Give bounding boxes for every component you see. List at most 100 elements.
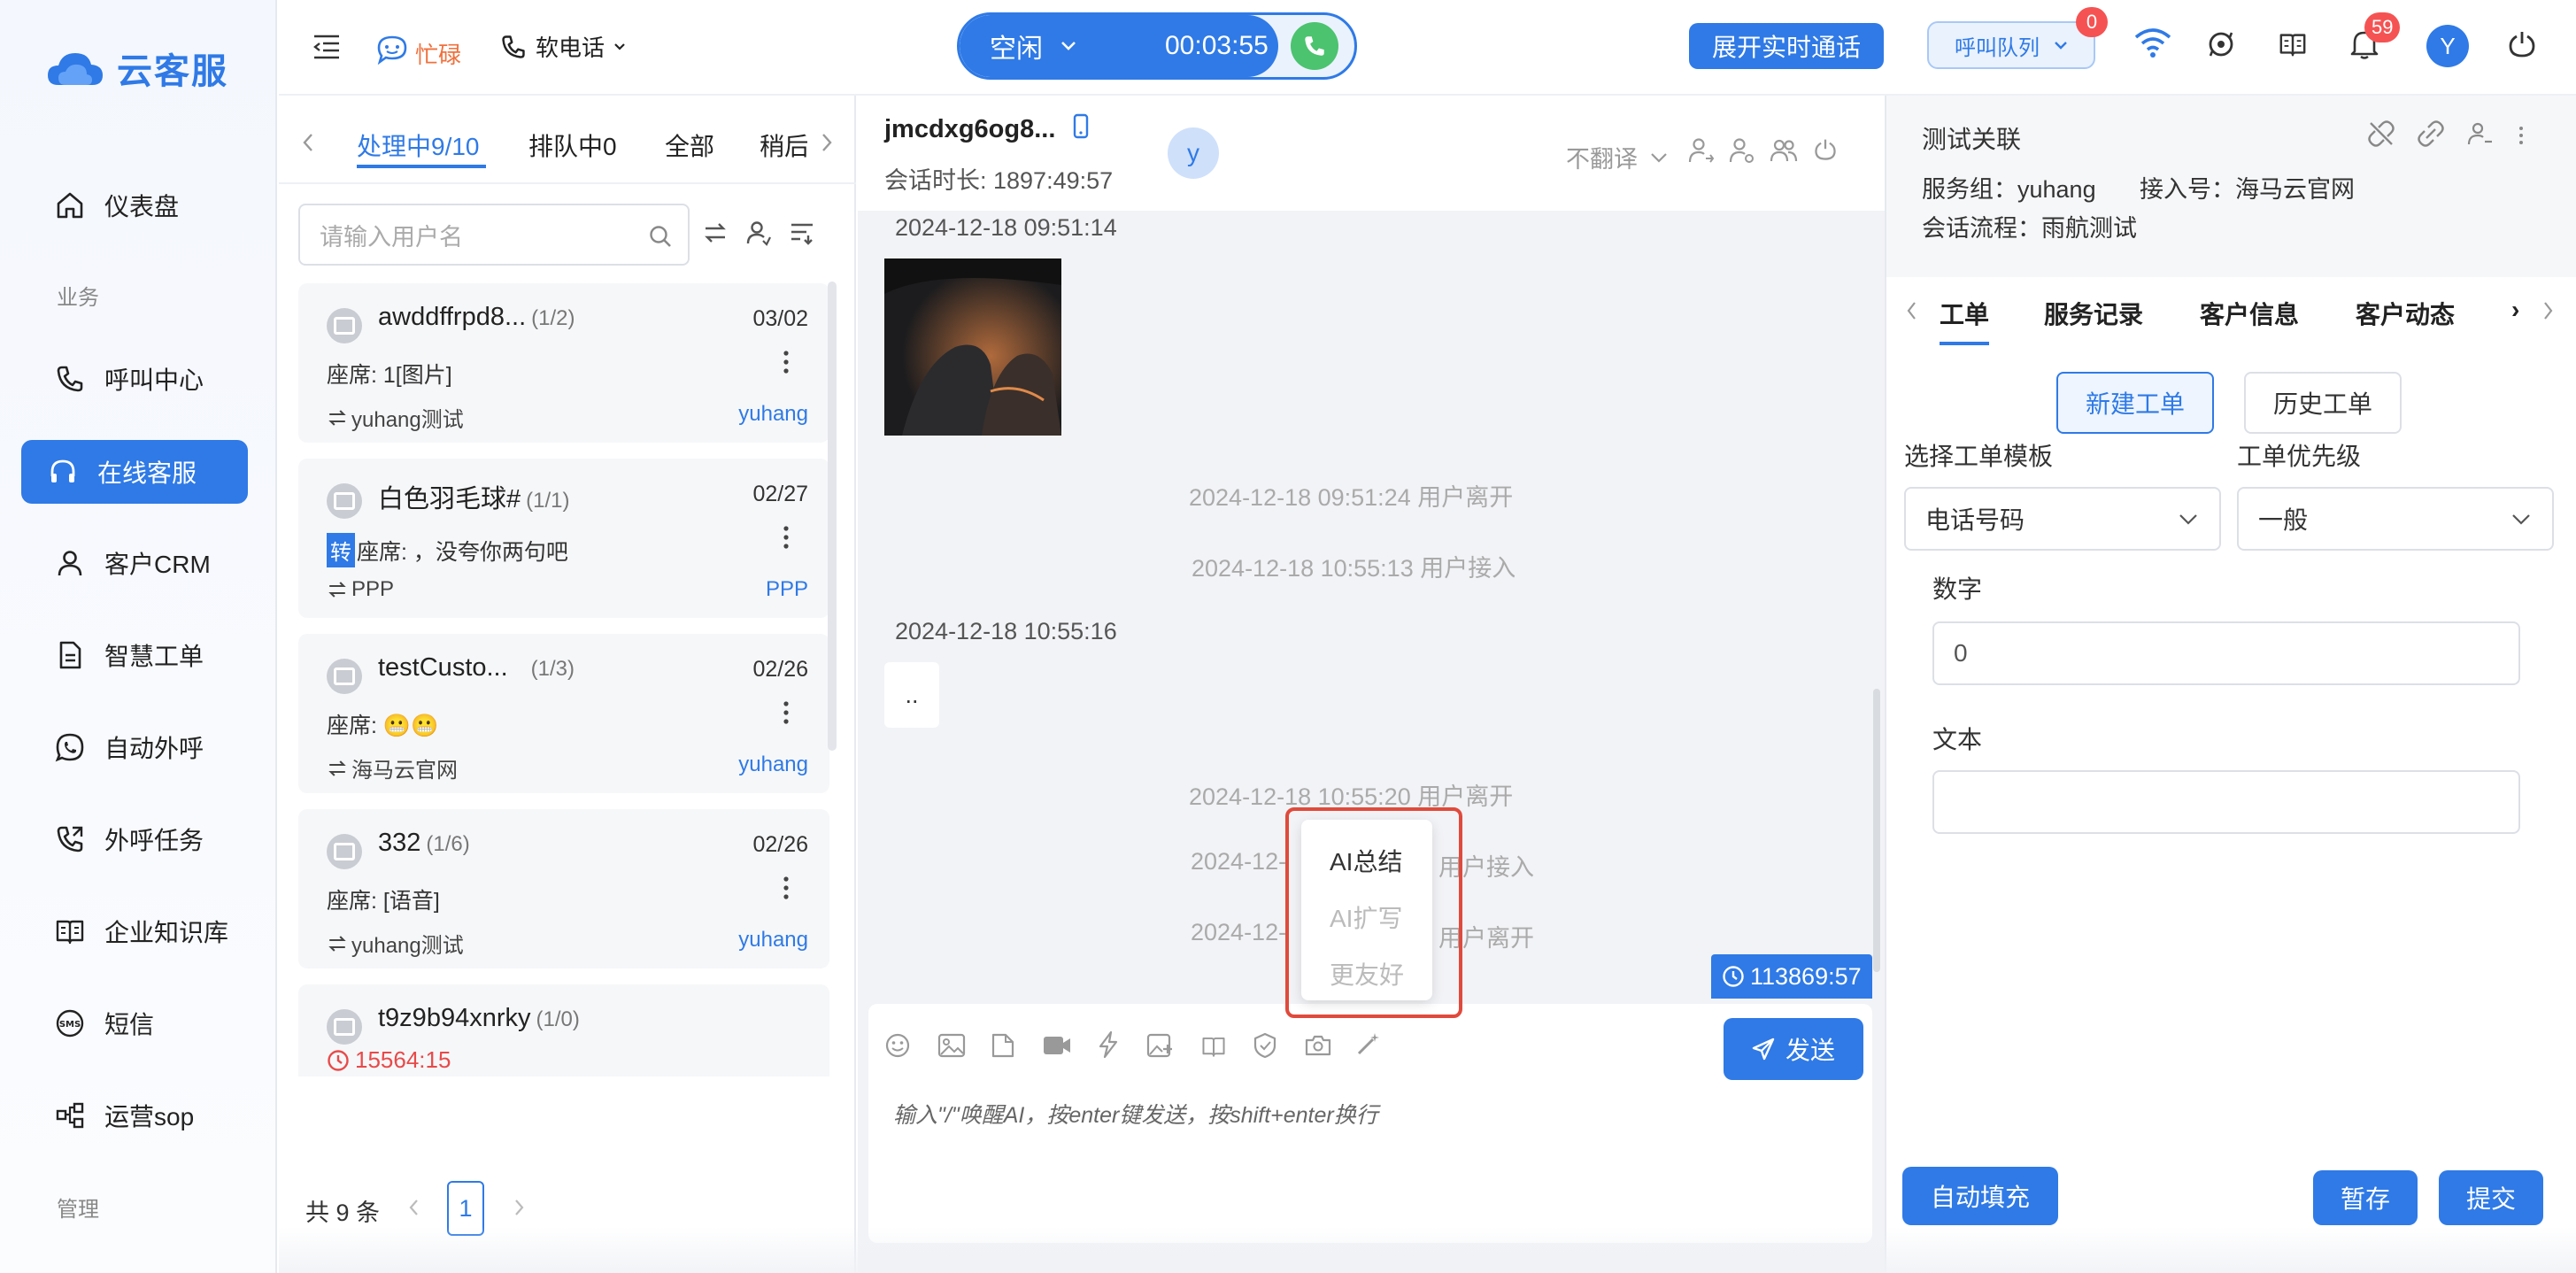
ai-expand-item[interactable]: AI扩写 bbox=[1330, 899, 1402, 935]
conversation-item[interactable]: t9z9b94xnrky (1/0) 15564:15 bbox=[298, 984, 829, 1076]
image-message[interactable] bbox=[884, 258, 1061, 436]
user-transfer-icon[interactable] bbox=[1688, 136, 1715, 165]
autofill-button[interactable]: 自动填充 bbox=[1902, 1167, 2058, 1225]
camera-icon[interactable] bbox=[1304, 1034, 1332, 1057]
chevron-left-icon[interactable] bbox=[302, 133, 314, 152]
call-queue-dropdown[interactable]: 呼叫队列 bbox=[1927, 21, 2095, 69]
customer-name: 白色羽毛球# bbox=[378, 485, 521, 513]
tab-all[interactable]: 全部 bbox=[665, 127, 714, 163]
message-timestamp: 2024-12-18 09:51:14 bbox=[895, 214, 1117, 241]
history-ticket-button[interactable]: 历史工单 bbox=[2244, 372, 2402, 434]
conversation-date: 02/26 bbox=[752, 832, 808, 857]
tab-later[interactable]: 稍后 bbox=[760, 127, 807, 163]
tab-customer-info[interactable]: 客户信息 bbox=[2200, 296, 2299, 331]
more-vertical-icon[interactable] bbox=[783, 526, 789, 549]
system-message: 2024-12-18 09:51:24 用户离开 bbox=[1189, 484, 1514, 511]
busy-status[interactable]: 忙碌 bbox=[376, 28, 461, 70]
user-link-icon[interactable] bbox=[2467, 120, 2494, 147]
search-input[interactable]: 请输入用户名 bbox=[298, 204, 690, 266]
list-scrollbar[interactable] bbox=[828, 282, 837, 751]
unlink-icon[interactable] bbox=[2368, 120, 2395, 147]
priority-select[interactable]: 一般 bbox=[2237, 487, 2554, 551]
more-vertical-icon[interactable] bbox=[783, 701, 789, 724]
realtime-call-button[interactable]: 展开实时通话 bbox=[1689, 23, 1884, 69]
chevron-right-icon[interactable] bbox=[514, 1199, 525, 1216]
sidebar-item-knowledge[interactable]: 企业知识库 bbox=[21, 899, 248, 963]
chevron-down-icon bbox=[1061, 42, 1076, 50]
transfer-icon[interactable] bbox=[702, 220, 729, 246]
tab-service-record[interactable]: 服务记录 bbox=[2044, 296, 2143, 331]
tab-customer-activity[interactable]: 客户动态 bbox=[2356, 296, 2455, 331]
conversation-date: 02/27 bbox=[752, 482, 808, 506]
message-count: (1/2) bbox=[531, 306, 575, 330]
sidebar-item-call-task[interactable]: 外呼任务 bbox=[21, 807, 248, 871]
customer-avatar[interactable]: y bbox=[1168, 127, 1219, 179]
compose-input[interactable]: 输入"/"唤醒AI，按enter键发送，按shift+enter换行 bbox=[893, 1098, 1378, 1130]
transfer-icon bbox=[328, 935, 346, 952]
book-icon[interactable] bbox=[1199, 1034, 1228, 1059]
submit-button[interactable]: 提交 bbox=[2439, 1170, 2543, 1225]
softphone-dropdown[interactable]: 软电话 bbox=[500, 30, 626, 63]
chevron-left-icon[interactable] bbox=[1906, 301, 1917, 320]
chevron-right-icon[interactable] bbox=[821, 133, 833, 152]
power-icon[interactable] bbox=[1814, 138, 1837, 161]
sidebar-item-sms[interactable]: SMS 短信 bbox=[21, 991, 248, 1055]
sidebar-item-auto-call[interactable]: 自动外呼 bbox=[21, 715, 248, 779]
conversation-item[interactable]: 332 (1/6) 02/26 座席: [语音] yuhang测试 yuhang bbox=[298, 809, 829, 968]
file-icon[interactable] bbox=[991, 1032, 1015, 1059]
group-name: PPP bbox=[351, 577, 395, 601]
template-select[interactable]: 电话号码 bbox=[1904, 487, 2221, 551]
menu-collapse-icon[interactable] bbox=[312, 34, 341, 60]
more-vertical-icon[interactable] bbox=[783, 351, 789, 374]
conversation-item[interactable]: testCusto... (1/3) 02/26 座席: 😬😬 海马云官网 yuh… bbox=[298, 634, 829, 793]
image-icon[interactable] bbox=[937, 1032, 966, 1059]
save-draft-button[interactable]: 暂存 bbox=[2313, 1170, 2418, 1225]
lightning-icon[interactable] bbox=[1097, 1030, 1120, 1059]
message-bubble: .. bbox=[884, 662, 939, 728]
more-vertical-icon[interactable] bbox=[2518, 126, 2524, 145]
tab-processing[interactable]: 处理中9/10 bbox=[357, 127, 480, 163]
sidebar-item-crm[interactable]: 客户CRM bbox=[21, 531, 248, 595]
image-add-icon[interactable] bbox=[1146, 1032, 1175, 1059]
chevron-right-icon[interactable] bbox=[2543, 301, 2554, 320]
link-icon[interactable] bbox=[2418, 120, 2444, 147]
number-input[interactable]: 0 bbox=[1932, 621, 2520, 685]
chat-scrollbar[interactable] bbox=[1873, 689, 1880, 972]
service-group: 服务组：yuhang bbox=[1922, 176, 2096, 203]
more-vertical-icon[interactable] bbox=[783, 876, 789, 899]
last-message: 座席: 1[图片] bbox=[327, 363, 452, 388]
translate-dropdown[interactable]: 不翻译 bbox=[1566, 140, 1668, 174]
user-settings-icon[interactable] bbox=[1729, 136, 1755, 165]
bottom-fade bbox=[279, 1227, 2576, 1273]
sidebar-item-ticket[interactable]: 智慧工单 bbox=[21, 623, 248, 687]
answer-call-button[interactable] bbox=[1291, 22, 1338, 70]
magic-wand-icon[interactable] bbox=[1355, 1030, 1382, 1057]
sync-icon[interactable] bbox=[2207, 30, 2235, 58]
send-button[interactable]: 发送 bbox=[1724, 1018, 1863, 1080]
status-dropdown[interactable]: 空闲 00:03:55 bbox=[960, 15, 1278, 77]
user-switch-icon[interactable] bbox=[745, 220, 772, 246]
sidebar-item-dashboard[interactable]: 仪表盘 bbox=[21, 174, 248, 237]
tab-queue[interactable]: 排队中0 bbox=[528, 127, 617, 163]
ai-friendly-item[interactable]: 更友好 bbox=[1330, 956, 1404, 991]
video-icon[interactable] bbox=[1042, 1034, 1072, 1057]
sidebar-item-online-service[interactable]: 在线客服 bbox=[21, 440, 248, 504]
filter-list-icon[interactable] bbox=[789, 220, 815, 246]
power-icon[interactable] bbox=[2508, 30, 2536, 58]
chevron-left-icon[interactable] bbox=[408, 1199, 419, 1216]
user-avatar[interactable]: Y bbox=[2426, 25, 2469, 67]
customer-name: t9z9b94xnrky bbox=[378, 1004, 531, 1032]
sms-icon: SMS bbox=[56, 1009, 84, 1038]
tab-ticket[interactable]: 工单 bbox=[1940, 296, 1989, 331]
new-ticket-button[interactable]: 新建工单 bbox=[2056, 372, 2214, 434]
group-users-icon[interactable] bbox=[1770, 136, 1798, 165]
sidebar-item-sop[interactable]: 运营sop bbox=[21, 1084, 248, 1147]
book-icon[interactable] bbox=[2278, 30, 2308, 58]
conversation-item[interactable]: awddffrpd8... (1/2) 03/02 座席: 1[图片] yuhan… bbox=[298, 283, 829, 443]
ai-summary-item[interactable]: AI总结 bbox=[1330, 843, 1402, 878]
sidebar-item-call-center[interactable]: 呼叫中心 bbox=[21, 347, 248, 411]
text-input[interactable] bbox=[1932, 770, 2520, 834]
shield-icon[interactable] bbox=[1253, 1032, 1277, 1059]
emoji-icon[interactable] bbox=[884, 1032, 911, 1059]
conversation-item[interactable]: 白色羽毛球# (1/1) 02/27 转座席: ，没夸你两句吧 PPP PPP bbox=[298, 459, 829, 618]
